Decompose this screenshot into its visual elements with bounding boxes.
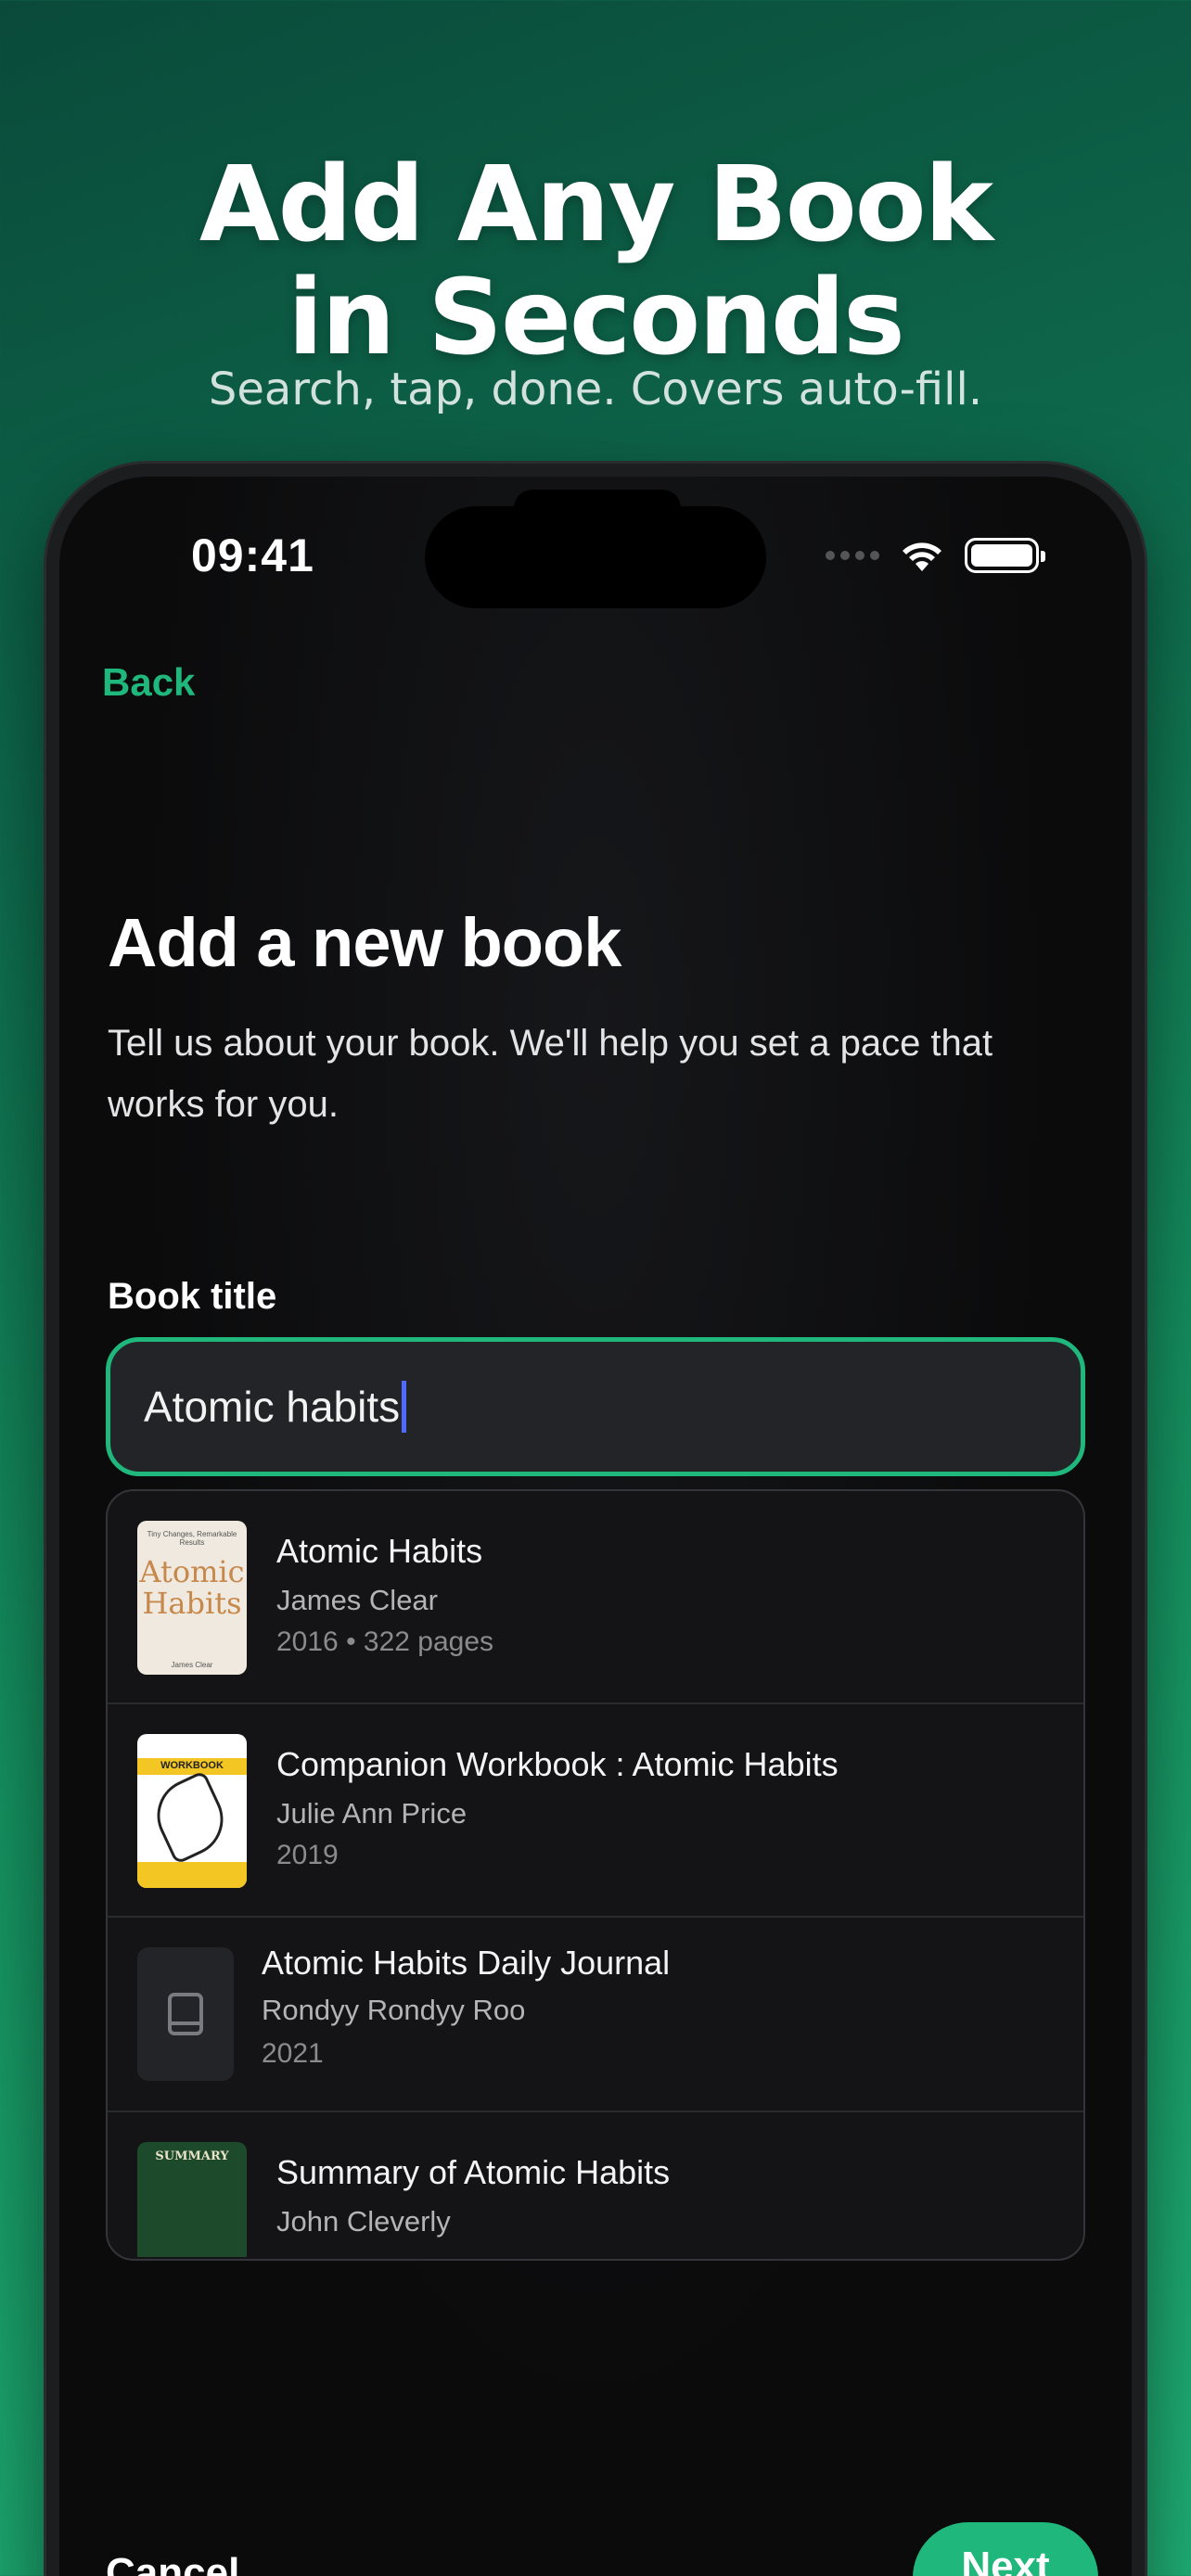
text-caret (402, 1381, 407, 1433)
result-meta: 2016 • 322 pages (276, 1626, 494, 1657)
cover-tagline: Tiny Changes, Remarkable Results (147, 1530, 237, 1547)
book-placeholder-icon (168, 1993, 203, 2035)
result-meta: 2021 (262, 2038, 324, 2069)
book-icon (137, 1947, 234, 2081)
result-author: Rondyy Rondyy Roo (262, 1994, 526, 2026)
cancel-button[interactable]: Cancel (106, 2550, 239, 2576)
result-author: Julie Ann Price (276, 1797, 467, 1830)
marketing-headline: Add Any Book in Seconds (0, 148, 1191, 375)
result-item-daily-journal[interactable]: Atomic Habits Daily Journal Rondyy Rondy… (108, 1918, 1083, 2112)
next-button[interactable]: Next (913, 2522, 1098, 2576)
result-author: John Cleverly (276, 2205, 451, 2238)
cover-title: WORKBOOK (160, 1760, 224, 1771)
status-indicators (826, 538, 1045, 573)
cover-title: Atomic Habits (139, 1554, 245, 1621)
result-meta: 2019 (276, 1840, 339, 1870)
headline-line-2: in Seconds (288, 258, 905, 378)
marketing-subhead: Search, tap, done. Covers auto-fill. (208, 363, 983, 415)
back-button[interactable]: Back (102, 660, 195, 705)
status-time: 09:41 (191, 529, 314, 581)
search-results-list[interactable]: Tiny Changes, Remarkable Results Atomic … (106, 1489, 1085, 2261)
page-title: Add a new book (108, 904, 621, 981)
result-item-summary[interactable]: SUMMARY Summary of Atomic Habits John Cl… (108, 2112, 1083, 2259)
wifi-icon (903, 542, 941, 571)
cover-author: James Clear (171, 1661, 213, 1669)
dynamic-island (425, 506, 766, 608)
cover-title: SUMMARY (155, 2149, 229, 2163)
phone-frame: 09:41 Back Add a new book Tell us about … (46, 464, 1145, 2576)
result-item-atomic-habits[interactable]: Tiny Changes, Remarkable Results Atomic … (108, 1491, 1083, 1704)
app-screen: 09:41 Back Add a new book Tell us about … (59, 477, 1132, 2576)
book-cover-image: Tiny Changes, Remarkable Results Atomic … (137, 1521, 247, 1675)
result-title: Companion Workbook : Atomic Habits (276, 1745, 839, 1783)
book-cover-image: WORKBOOK (137, 1734, 247, 1888)
signal-icon (826, 551, 879, 560)
result-title: Summary of Atomic Habits (276, 2153, 671, 2191)
result-title: Atomic Habits (276, 1532, 483, 1570)
book-cover-image: SUMMARY (137, 2142, 247, 2257)
result-title: Atomic Habits Daily Journal (262, 1944, 671, 1982)
headline-line-1: Add Any Book (198, 145, 993, 265)
result-author: James Clear (276, 1584, 438, 1616)
book-title-label: Book title (108, 1276, 277, 1317)
book-title-input-value: Atomic habits (144, 1383, 401, 1431)
book-title-input[interactable]: Atomic habits (106, 1337, 1085, 1476)
result-item-companion-workbook[interactable]: WORKBOOK Companion Workbook : Atomic Hab… (108, 1704, 1083, 1918)
page-description: Tell us about your book. We'll help you … (108, 1023, 993, 1125)
battery-icon (965, 538, 1045, 573)
